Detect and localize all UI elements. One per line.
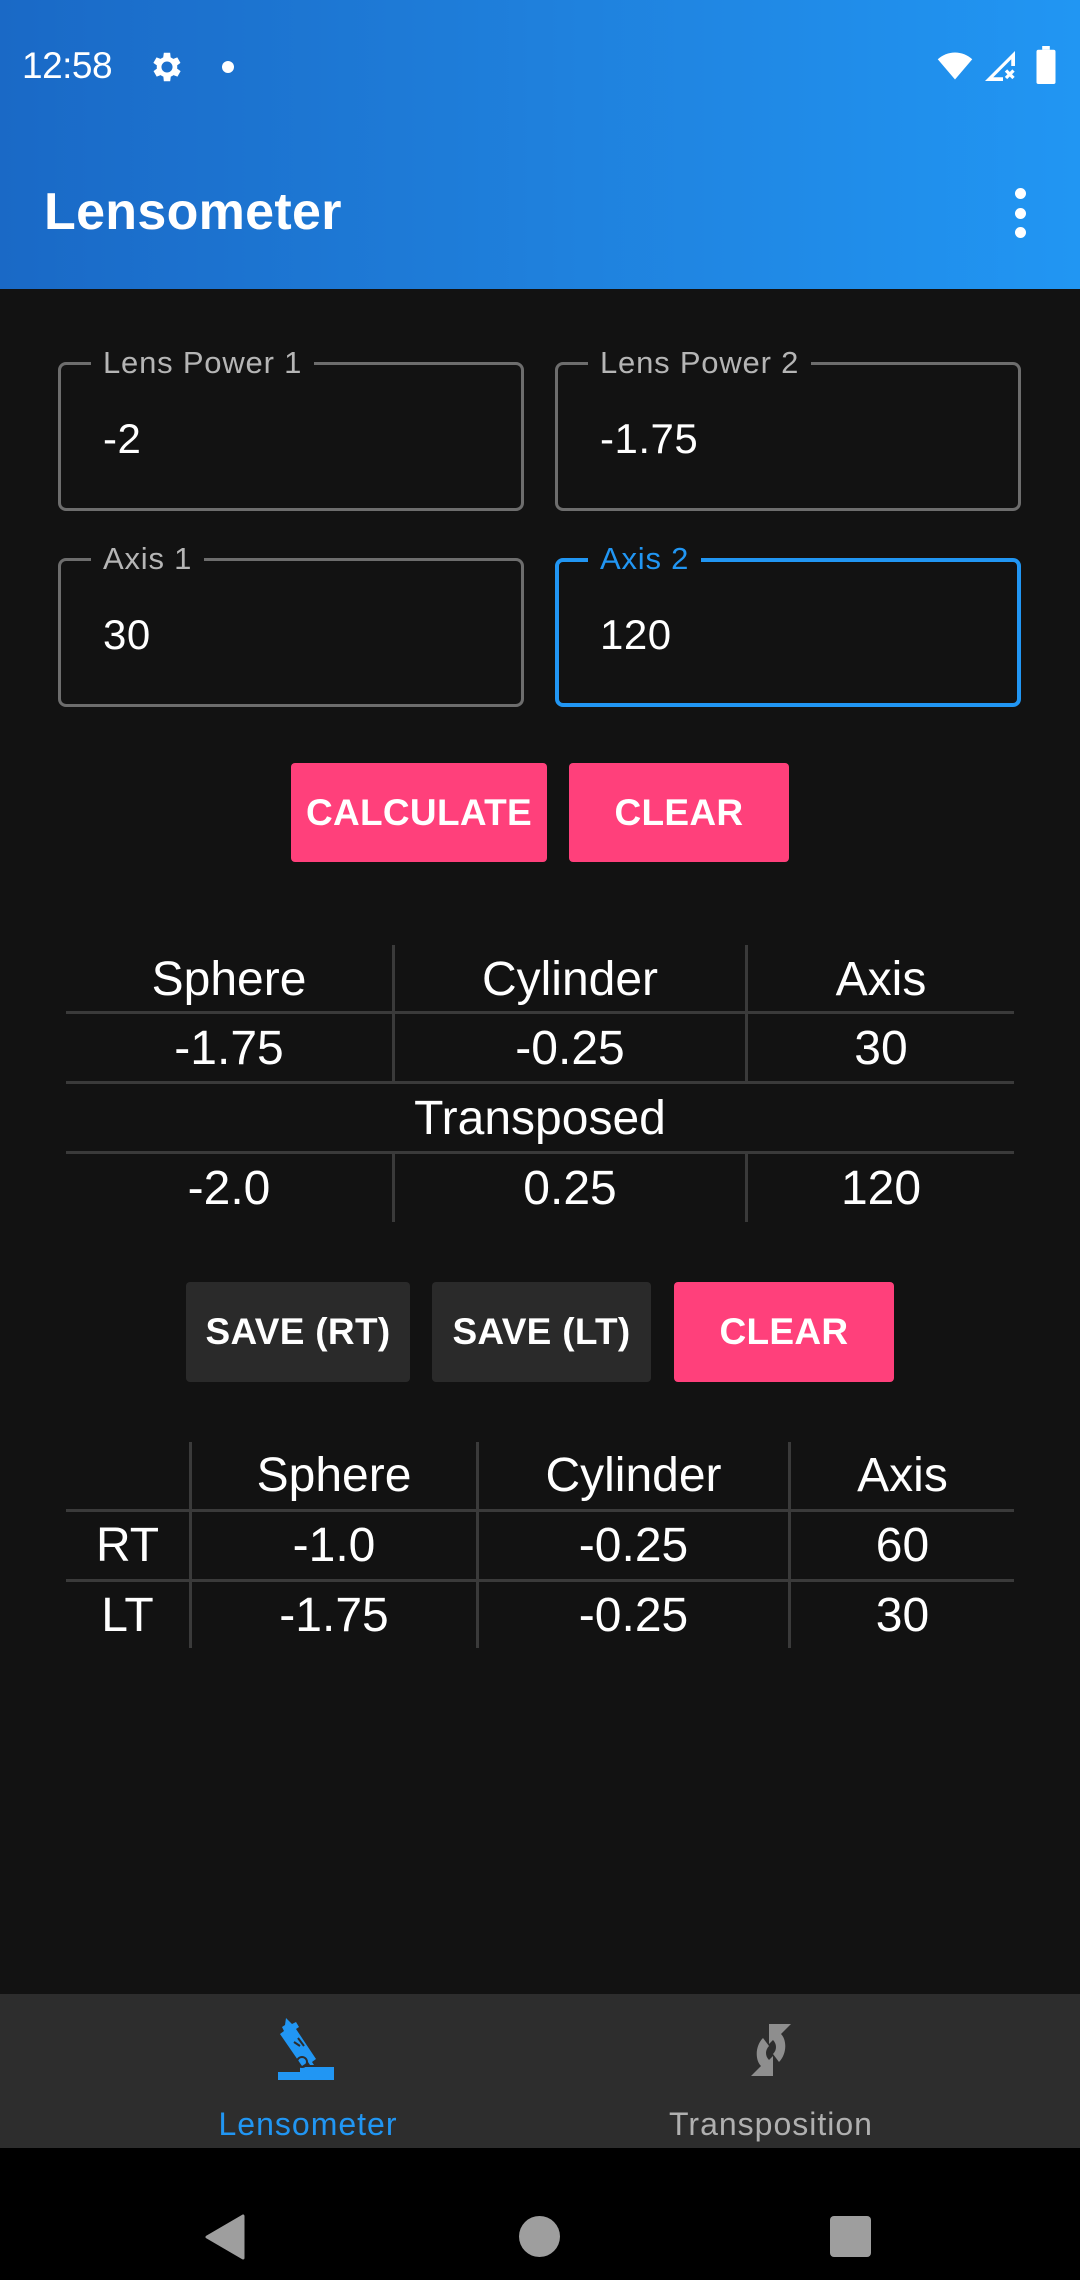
clear-inputs-button[interactable]: CLEAR xyxy=(569,763,789,862)
transposed-sphere: -2.0 xyxy=(187,1162,271,1215)
header-sphere: Sphere xyxy=(151,953,307,1006)
axis-2-value[interactable]: 120 xyxy=(600,611,672,659)
result-sphere: -1.75 xyxy=(174,1022,284,1075)
app-title: Lensometer xyxy=(44,183,342,241)
saved-row-rt-axis: 60 xyxy=(875,1519,930,1572)
bottom-navigation: Lensometer Transposition xyxy=(0,1994,1080,2148)
lens-power-1-value[interactable]: -2 xyxy=(103,415,141,463)
lens-power-1-label: Lens Power 1 xyxy=(91,345,315,381)
home-icon[interactable] xyxy=(519,2216,560,2257)
nav-item-transposition[interactable]: Transposition xyxy=(501,1994,1041,2148)
recents-icon[interactable] xyxy=(830,2216,871,2257)
battery-icon xyxy=(1036,46,1056,84)
nav-label-transposition: Transposition xyxy=(669,2106,873,2142)
result-cylinder: -0.25 xyxy=(515,1022,625,1075)
lens-power-1-field[interactable]: Lens Power 1 -2 xyxy=(58,345,524,511)
save-rt-button[interactable]: SAVE (RT) xyxy=(186,1282,410,1382)
more-vert-icon[interactable] xyxy=(1005,188,1035,238)
microscope-icon xyxy=(278,2018,334,2080)
saved-header-axis: Axis xyxy=(857,1449,948,1502)
saved-row-lt-eye: LT xyxy=(101,1589,154,1642)
saved-header-sphere: Sphere xyxy=(256,1449,412,1502)
header-axis: Axis xyxy=(835,953,927,1006)
system-navigation-bar xyxy=(0,2148,1080,2280)
lens-power-2-value[interactable]: -1.75 xyxy=(600,415,698,463)
clear-saved-button[interactable]: CLEAR xyxy=(674,1282,894,1382)
table-divider xyxy=(66,1151,1014,1154)
save-lt-button[interactable]: SAVE (LT) xyxy=(432,1282,651,1382)
axis-1-value[interactable]: 30 xyxy=(103,611,151,659)
notification-dot-icon xyxy=(222,61,234,73)
settings-gear-icon xyxy=(153,52,181,82)
nav-label-lensometer: Lensometer xyxy=(218,2106,398,2142)
transposed-cylinder: 0.25 xyxy=(523,1162,617,1215)
axis-2-field[interactable]: Axis 2 120 xyxy=(555,541,1021,707)
cell-signal-no-data-icon xyxy=(985,51,1015,81)
saved-row-rt-cylinder: -0.25 xyxy=(578,1519,689,1572)
app-bar: 12:58 Lensometer xyxy=(0,0,1080,289)
axis-1-field[interactable]: Axis 1 30 xyxy=(58,541,524,707)
calculate-button[interactable]: CALCULATE xyxy=(291,763,547,862)
table-divider xyxy=(66,1081,1014,1084)
saved-row-rt-sphere: -1.0 xyxy=(292,1519,376,1572)
transposed-label: Transposed xyxy=(414,1092,666,1145)
table-divider xyxy=(66,1579,1014,1582)
status-time: 12:58 xyxy=(22,45,113,86)
result-axis: 30 xyxy=(854,1022,908,1075)
lens-power-2-label: Lens Power 2 xyxy=(588,345,812,381)
header-cylinder: Cylinder xyxy=(481,953,659,1006)
saved-row-lt-axis: 30 xyxy=(875,1589,930,1642)
saved-row-lt-cylinder: -0.25 xyxy=(578,1589,689,1642)
lens-power-2-field[interactable]: Lens Power 2 -1.75 xyxy=(555,345,1021,511)
table-divider xyxy=(66,1011,1014,1014)
axis-1-label: Axis 1 xyxy=(91,541,205,577)
back-icon[interactable] xyxy=(205,2214,245,2260)
table-divider xyxy=(66,1509,1014,1512)
swap-arrows-icon xyxy=(751,2024,791,2076)
transposed-axis: 120 xyxy=(840,1162,922,1215)
wifi-icon xyxy=(937,52,973,80)
saved-row-rt-eye: RT xyxy=(95,1519,160,1572)
axis-2-label: Axis 2 xyxy=(588,541,702,577)
saved-row-lt-sphere: -1.75 xyxy=(279,1589,389,1642)
saved-header-cylinder: Cylinder xyxy=(545,1449,722,1502)
nav-item-lensometer[interactable]: Lensometer xyxy=(38,1994,578,2148)
